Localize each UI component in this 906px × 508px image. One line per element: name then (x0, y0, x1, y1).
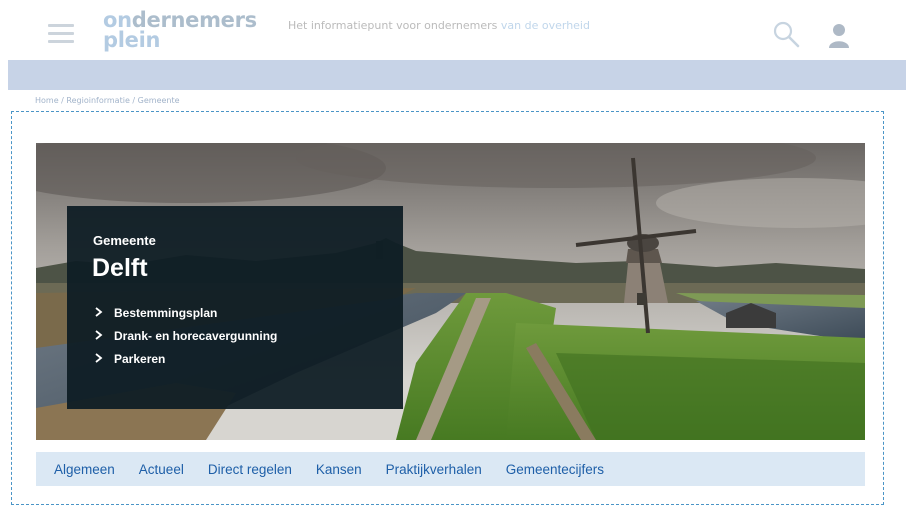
card-subtitle: Gemeente (93, 233, 156, 248)
breadcrumb-regioinformatie[interactable]: Regioinformatie (66, 96, 129, 105)
navigation-bar (8, 60, 906, 90)
link-parkeren[interactable]: Parkeren (95, 347, 277, 370)
quick-links: Bestemmingsplan Drank- en horecavergunni… (95, 301, 277, 370)
site-header: ondernemers plein Het informatiepunt voo… (0, 0, 906, 60)
link-bestemmingsplan[interactable]: Bestemmingsplan (95, 301, 277, 324)
tab-kansen[interactable]: Kansen (316, 462, 362, 477)
breadcrumb-home[interactable]: Home (35, 96, 59, 105)
tab-praktijkverhalen[interactable]: Praktijkverhalen (386, 462, 482, 477)
link-drank-horecavergunning[interactable]: Drank- en horecavergunning (95, 324, 277, 347)
user-icon[interactable] (826, 22, 852, 48)
link-label: Bestemmingsplan (114, 305, 218, 320)
tagline-text: Het informatiepunt voor ondernemers (288, 19, 498, 32)
tab-direct-regelen[interactable]: Direct regelen (208, 462, 292, 477)
municipality-info-card: Gemeente Delft Bestemmingsplan Drank- en… (67, 206, 403, 409)
site-logo[interactable]: ondernemers plein (103, 10, 257, 52)
card-title: Delft (92, 254, 148, 282)
chevron-right-icon (95, 329, 107, 343)
hamburger-icon[interactable] (48, 24, 74, 44)
site-tagline: Het informatiepunt voor ondernemers van … (288, 19, 590, 32)
breadcrumb: Home / Regioinformatie / Gemeente (35, 96, 180, 105)
tagline-highlight: van de overheid (500, 19, 590, 32)
breadcrumb-separator: / (61, 96, 64, 105)
search-icon[interactable] (772, 20, 800, 48)
logo-line2: plein (103, 28, 161, 52)
link-label: Drank- en horecavergunning (114, 328, 278, 343)
tab-actueel[interactable]: Actueel (139, 462, 184, 477)
breadcrumb-separator: / (132, 96, 136, 105)
breadcrumb-gemeente: Gemeente (137, 96, 180, 105)
municipality-tabs: Algemeen Actueel Direct regelen Kansen P… (36, 452, 865, 486)
link-label: Parkeren (114, 351, 166, 366)
chevron-right-icon (95, 352, 107, 366)
tab-gemeentecijfers[interactable]: Gemeentecijfers (506, 462, 604, 477)
chevron-right-icon (95, 306, 107, 320)
tab-algemeen[interactable]: Algemeen (54, 462, 115, 477)
